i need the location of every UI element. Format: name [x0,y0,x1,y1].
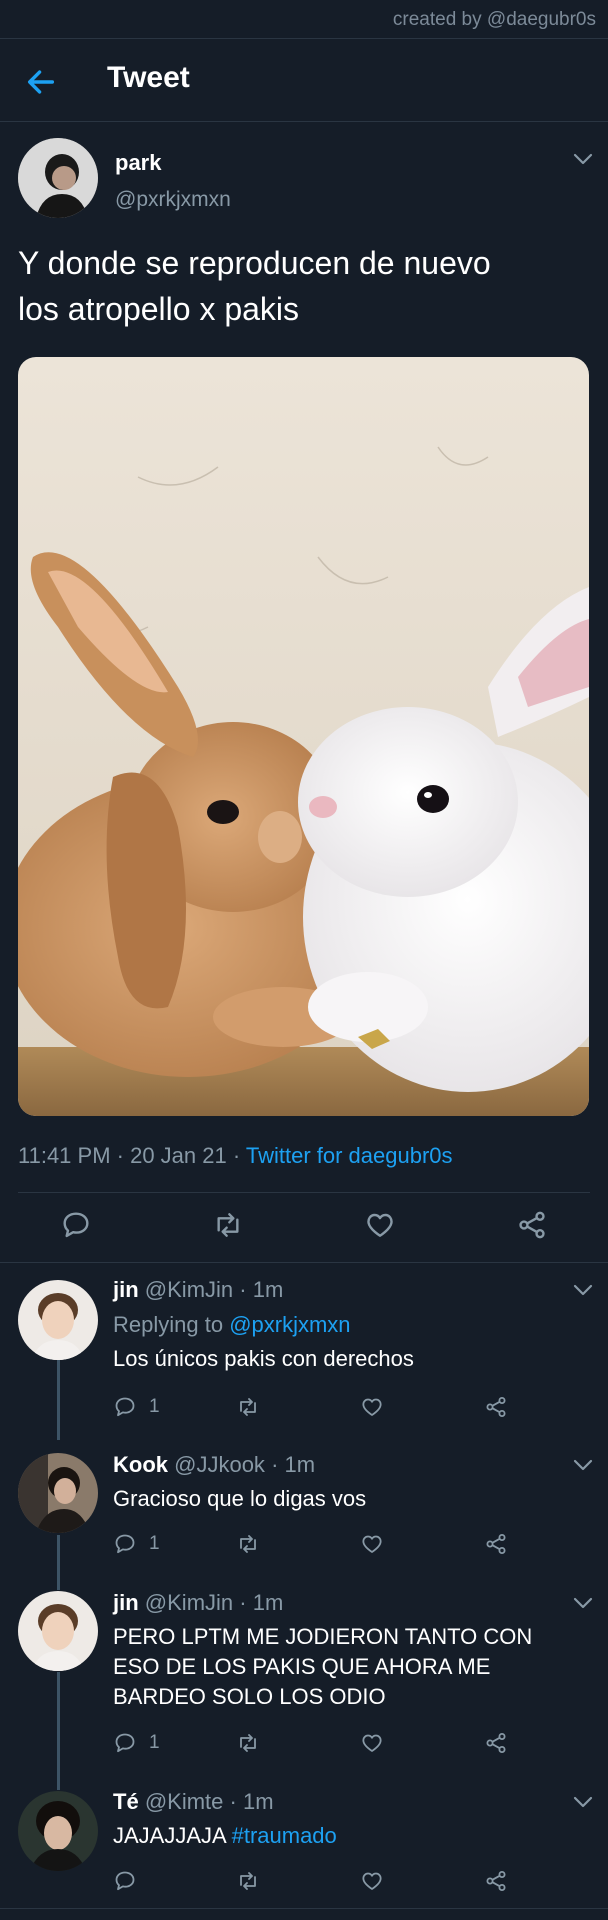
back-arrow-icon[interactable] [24,65,58,99]
chevron-down-icon[interactable] [572,1283,594,1297]
thread-line [57,1672,60,1790]
avatar[interactable] [18,1791,98,1871]
reply-author-handle[interactable]: @Kimte [145,1789,224,1814]
chevron-down-icon[interactable] [572,1596,594,1610]
reply-author-name[interactable]: Té [113,1789,139,1814]
reply-time: · 1m [239,1277,284,1302]
reply-text-body: JAJAJJAJA [113,1823,232,1848]
reply-text-line: BARDEO SOLO LOS ODIO [113,1684,386,1709]
top-bar: Tweet [0,39,608,122]
share-icon[interactable] [484,1395,508,1419]
avatar[interactable] [18,1280,98,1360]
hashtag-link[interactable]: #traumado [232,1823,337,1848]
reply-time: · 1m [229,1789,274,1814]
reply-text-line: ESO DE LOS PAKIS QUE AHORA ME [113,1654,491,1679]
tweet-media-image[interactable] [18,357,589,1116]
reply-header: Té @Kimte · 1m [113,1789,274,1815]
reply-icon[interactable] [113,1532,137,1556]
share-icon[interactable] [484,1532,508,1556]
author-handle[interactable]: @pxrkjxmxn [115,188,231,212]
tweet-meta: 11:41 PM · 20 Jan 21 · Twitter for daegu… [18,1143,453,1169]
tweet-source-link[interactable]: Twitter for daegubr0s [246,1143,453,1168]
tweet-text-line: Y donde se reproducen de nuevo [18,245,491,281]
chevron-down-icon[interactable] [572,1458,594,1472]
reply-author-handle[interactable]: @KimJin [145,1277,233,1302]
divider [0,1908,608,1909]
reply-author-name[interactable]: jin [113,1277,139,1302]
reply-header: Kook @JJkook · 1m [113,1452,315,1478]
share-icon[interactable] [516,1209,548,1241]
share-icon[interactable] [484,1731,508,1755]
page-title: Tweet [107,61,190,94]
reply-icon[interactable] [113,1869,137,1893]
reply-time: · 1m [239,1590,284,1615]
reply-count: 1 [149,1396,160,1417]
like-icon[interactable] [360,1532,384,1556]
retweet-icon[interactable] [236,1532,260,1556]
reply-time: · 1m [271,1452,316,1477]
share-icon[interactable] [484,1869,508,1893]
reply-author-name[interactable]: jin [113,1590,139,1615]
reply-author-name[interactable]: Kook [113,1452,168,1477]
retweet-icon[interactable] [212,1209,244,1241]
chevron-down-icon[interactable] [572,152,594,166]
thread-line [57,1360,60,1440]
replying-to: Replying to @pxrkjxmxn [113,1312,351,1338]
like-icon[interactable] [360,1869,384,1893]
tweet-timestamp: 11:41 PM · 20 Jan 21 · [18,1143,246,1168]
reply-count: 1 [149,1732,160,1753]
retweet-icon[interactable] [236,1395,260,1419]
thread-line [57,1535,60,1590]
reply-text: JAJAJJAJA #traumado [113,1823,337,1849]
like-icon[interactable] [360,1395,384,1419]
reply-count: 1 [149,1533,160,1554]
like-icon[interactable] [360,1731,384,1755]
reply-icon[interactable] [60,1209,92,1241]
avatar-photo [18,138,98,218]
replying-to-label: Replying to [113,1312,230,1337]
reply-header: jin @KimJin · 1m [113,1590,283,1616]
bunnies-photo [18,357,589,1116]
reply-text-line: PERO LPTM ME JODIERON TANTO CON [113,1624,533,1649]
reply-text: Los únicos pakis con derechos [113,1346,414,1371]
retweet-icon[interactable] [236,1731,260,1755]
author-name[interactable]: park [115,150,161,176]
divider [0,1262,608,1263]
like-icon[interactable] [364,1209,396,1241]
avatar[interactable] [18,1453,98,1533]
reply-text: Gracioso que lo digas vos [113,1486,367,1511]
retweet-icon[interactable] [236,1869,260,1893]
credit-bar: created by @daegubr0s [0,0,608,39]
credit-text: created by @daegubr0s [392,9,596,30]
tweet-text: Y donde se reproducen de nuevo los atrop… [18,240,578,332]
tweet-text-line: los atropello x pakis [18,291,300,327]
reply-icon[interactable] [113,1395,137,1419]
reply-icon[interactable] [113,1731,137,1755]
chevron-down-icon[interactable] [572,1795,594,1809]
divider [18,1192,590,1193]
avatar[interactable] [18,1591,98,1671]
reply-author-handle[interactable]: @JJkook [174,1452,265,1477]
replying-to-link[interactable]: @pxrkjxmxn [229,1312,350,1337]
reply-author-handle[interactable]: @KimJin [145,1590,233,1615]
avatar[interactable] [18,138,98,218]
reply-header: jin @KimJin · 1m [113,1277,283,1303]
